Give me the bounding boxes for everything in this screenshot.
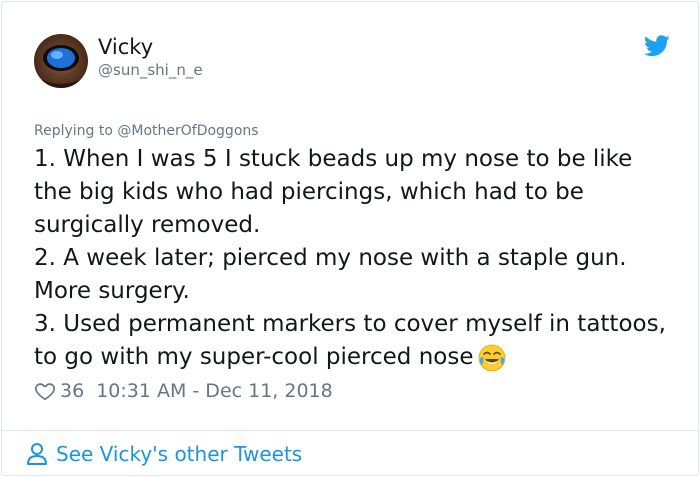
avatar[interactable] <box>34 34 88 88</box>
twitter-bird-icon[interactable] <box>644 35 670 57</box>
tears-of-joy-emoji-icon <box>477 343 507 373</box>
like-count[interactable]: 36 <box>60 380 84 402</box>
see-other-tweets-label: See Vicky's other Tweets <box>56 442 303 466</box>
person-icon <box>26 442 48 466</box>
tweet-meta: 36 10:31 AM - Dec 11, 2018 <box>34 378 333 404</box>
tweet-line-3-text: 3. Used permanent markers to cover mysel… <box>34 311 666 370</box>
tweet-line-3: 3. Used permanent markers to cover mysel… <box>34 308 674 374</box>
author-name[interactable]: Vicky <box>98 34 153 60</box>
replying-to[interactable]: Replying to @MotherOfDoggons <box>34 121 259 141</box>
tweet-line-1: 1. When I was 5 I stuck beads up my nose… <box>34 146 633 238</box>
author-handle[interactable]: @sun_shi_n_e <box>98 60 203 80</box>
heart-icon[interactable] <box>34 380 56 402</box>
divider <box>2 430 698 431</box>
tweet-timestamp[interactable]: 10:31 AM - Dec 11, 2018 <box>96 380 333 402</box>
tweet-card: Vicky @sun_shi_n_e Replying to @MotherOf… <box>1 1 699 476</box>
tweet-line-2: 2. A week later; pierced my nose with a … <box>34 245 627 304</box>
see-other-tweets-link[interactable]: See Vicky's other Tweets <box>26 440 302 468</box>
tweet-text: 1. When I was 5 I stuck beads up my nose… <box>34 143 674 374</box>
